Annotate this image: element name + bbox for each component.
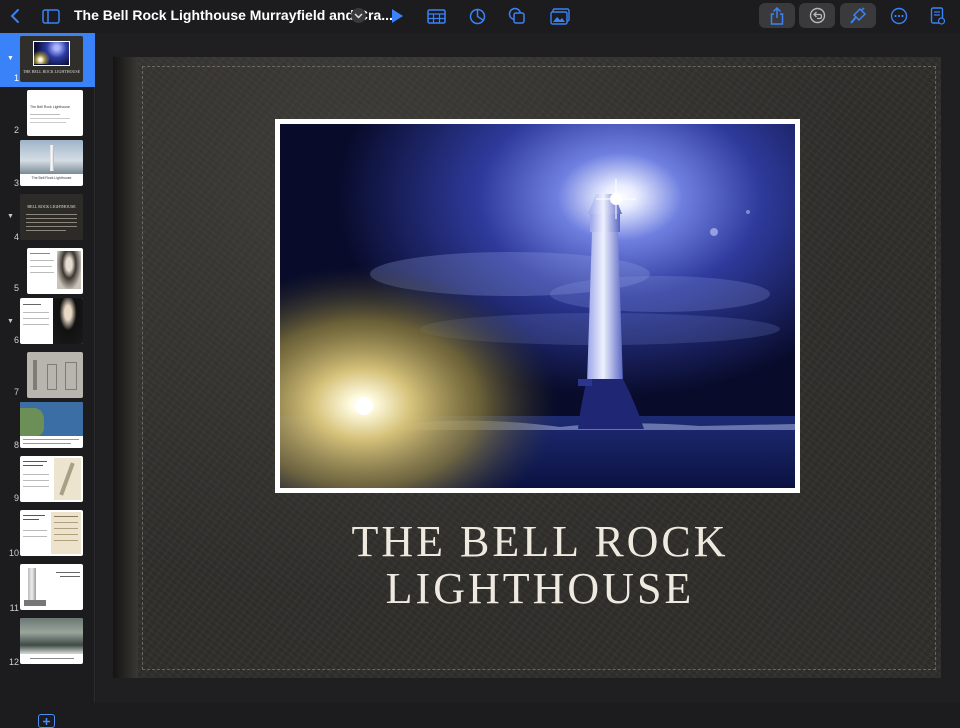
- thumb-caption: BELL ROCK LIGHTHOUSE: [27, 204, 76, 209]
- toolbar: The Bell Rock Lighthouse Murrayfield and…: [0, 0, 960, 33]
- disclosure-triangle-icon[interactable]: ▼: [7, 318, 14, 325]
- chevron-left-icon[interactable]: [2, 4, 28, 28]
- slide-number: 12: [8, 657, 19, 667]
- slide-thumbnail-11[interactable]: 11: [0, 563, 95, 613]
- slide-thumbnail-2[interactable]: 2 The Bell Rock Lighthouse: [0, 89, 95, 139]
- slide-preview: [20, 510, 83, 556]
- document-title[interactable]: The Bell Rock Lighthouse Murrayfield and…: [74, 7, 393, 23]
- lighthouse-image: [280, 124, 795, 488]
- sidebar-icon[interactable]: [38, 4, 64, 28]
- chevron-down-icon[interactable]: [351, 8, 366, 23]
- slide-preview: [20, 618, 83, 664]
- slide-number: 6: [13, 335, 19, 345]
- plus-icon: [43, 717, 50, 725]
- slide-number: 9: [13, 493, 19, 503]
- slide-navigator: ▼ 1 THE BELL ROCK LIGHTHOUSE 2 The Bell …: [0, 33, 95, 728]
- slide-number: 1: [13, 73, 19, 83]
- slide-preview: The Bell Rock Lighthouse: [27, 90, 83, 136]
- thumb-caption: THE BELL ROCK LIGHTHOUSE: [22, 69, 81, 74]
- slide-preview: THE BELL ROCK LIGHTHOUSE: [20, 36, 83, 82]
- chart-icon[interactable]: [464, 4, 490, 28]
- slide-spine-decoration: [113, 57, 138, 678]
- slide-thumbnail-7[interactable]: 7: [0, 351, 95, 401]
- slide-number: 10: [8, 548, 19, 558]
- play-icon[interactable]: [384, 4, 410, 28]
- slide-thumbnail-12[interactable]: 12: [0, 617, 95, 667]
- slide-preview: The Bell Rock Lighthouse: [20, 140, 83, 186]
- slide-preview: [20, 564, 83, 610]
- share-icon[interactable]: [759, 3, 795, 28]
- slide-thumbnail-3[interactable]: 3 The Bell Rock Lighthouse: [0, 140, 95, 190]
- slide-preview: [20, 402, 83, 448]
- slide-number: 5: [13, 283, 19, 293]
- lighthouse-photo[interactable]: [275, 119, 800, 493]
- disclosure-triangle-icon[interactable]: ▼: [7, 213, 14, 220]
- slide-title-line-1: THE BELL ROCK: [351, 517, 729, 566]
- slide-thumbnail-10[interactable]: 10: [0, 509, 95, 559]
- slide-number: 8: [13, 440, 19, 450]
- table-icon[interactable]: [423, 4, 449, 28]
- slide-preview: [20, 456, 83, 502]
- slide-thumbnail-6[interactable]: ▼ 6: [0, 296, 95, 346]
- slide-number: 3: [13, 178, 19, 188]
- slide-title[interactable]: THE BELL ROCK LIGHTHOUSE: [280, 518, 800, 612]
- slide-thumbnail-8[interactable]: 8: [0, 401, 95, 451]
- slide-number: 4: [13, 232, 19, 242]
- thumb-caption: The Bell Rock Lighthouse: [31, 176, 72, 180]
- disclosure-triangle-icon[interactable]: ▼: [7, 55, 14, 62]
- slide-preview: [20, 298, 83, 344]
- slide-number: 7: [13, 387, 19, 397]
- slide-thumbnail-1[interactable]: ▼ 1 THE BELL ROCK LIGHTHOUSE: [0, 33, 95, 87]
- document-icon[interactable]: [924, 4, 950, 28]
- slide-number: 2: [13, 125, 19, 135]
- slide-number: 11: [9, 603, 19, 613]
- slide-preview: [27, 248, 83, 294]
- format-brush-icon[interactable]: [840, 3, 876, 28]
- slide-thumbnail-4[interactable]: ▼ 4 BELL ROCK LIGHTHOUSE: [0, 193, 95, 243]
- thumb-caption: The Bell Rock Lighthouse: [30, 105, 70, 109]
- shapes-icon[interactable]: [504, 4, 530, 28]
- slide-title-line-2: LIGHTHOUSE: [385, 564, 695, 613]
- media-icon[interactable]: [547, 4, 573, 28]
- slide-preview: BELL ROCK LIGHTHOUSE: [20, 194, 83, 240]
- slide-thumbnail-5[interactable]: 5: [0, 247, 95, 297]
- more-icon[interactable]: [886, 4, 912, 28]
- slide-thumbnail-9[interactable]: 9: [0, 455, 95, 505]
- slide-preview: [27, 352, 83, 398]
- undo-icon[interactable]: [799, 3, 835, 28]
- add-slide-button[interactable]: [38, 714, 55, 728]
